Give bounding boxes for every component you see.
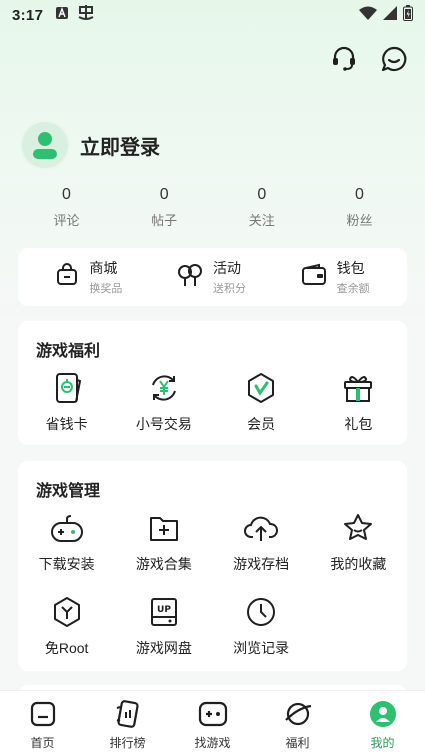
login-text[interactable]: 立即登录 [80, 131, 160, 160]
cloud-upload-icon [244, 511, 279, 545]
star-icon [341, 511, 375, 545]
quick-title: 商城 [89, 260, 118, 276]
quick-subtitle: 查余额 [336, 283, 370, 295]
up-disk-icon: UP [147, 595, 181, 629]
bag-icon [55, 262, 79, 292]
welfare-item-account-trade[interactable]: 小号交易 [115, 371, 212, 455]
quick-item-activity[interactable]: 活动 送积分 [177, 258, 246, 296]
nav-label: 找游戏 [194, 736, 231, 750]
grid-label: 省钱卡 [45, 416, 88, 432]
notification-app-icon [77, 5, 95, 25]
yen-exchange-icon [147, 371, 181, 405]
quick-item-wallet[interactable]: 钱包 查余额 [301, 258, 370, 296]
welfare-item-saving-card[interactable]: 省钱卡 [18, 371, 115, 455]
manage-item-save[interactable]: 游戏存档 [213, 511, 310, 595]
grid-label: 我的收藏 [330, 556, 387, 572]
nav-find-game[interactable]: 找游戏 [170, 699, 255, 751]
home-icon [28, 699, 58, 729]
manage-item-download[interactable]: 下载安装 [18, 511, 115, 595]
card-icon [50, 371, 84, 405]
welfare-item-gift[interactable]: 礼包 [310, 371, 407, 455]
grid-label: 小号交易 [135, 416, 192, 432]
quick-links-card: 商城 换奖品 活动 送积分 钱包 查余额 [18, 248, 407, 306]
grid-label: 会员 [247, 416, 276, 432]
grid-label: 游戏网盘 [135, 640, 192, 656]
customer-service-icon[interactable] [329, 44, 359, 74]
vip-icon [244, 371, 278, 405]
message-icon[interactable] [379, 44, 409, 74]
stats-row: 0 评论 0 帖子 0 关注 0 粉丝 [18, 186, 408, 229]
section-title: 游戏管理 [36, 483, 101, 500]
nav-label: 我的 [370, 736, 395, 750]
game-management-card: 游戏管理 下载安装 游戏合集 游戏存档 我的收藏 免Root UP 游戏网盘 浏… [18, 461, 407, 671]
stat-value: 0 [355, 186, 364, 203]
quick-subtitle: 送积分 [212, 283, 246, 295]
grid-label: 免Root [44, 640, 89, 656]
stat-comments[interactable]: 0 评论 [18, 186, 115, 229]
mine-icon [368, 699, 398, 729]
folder-plus-icon [147, 511, 181, 545]
grid-label: 浏览记录 [233, 640, 290, 656]
stat-label: 粉丝 [346, 213, 373, 228]
stat-value: 0 [159, 186, 169, 203]
nav-label: 首页 [30, 736, 55, 750]
hexagon-y-icon [50, 595, 84, 629]
welfare-item-vip[interactable]: 会员 [213, 371, 310, 455]
game-welfare-card: 游戏福利 省钱卡 小号交易 会员 礼包 [18, 321, 407, 445]
nav-welfare[interactable]: 福利 [255, 699, 340, 751]
manage-item-cloud-disk[interactable]: UP 游戏网盘 [115, 595, 212, 679]
stat-label: 帖子 [151, 213, 178, 228]
signal-icon [383, 6, 397, 24]
stat-value: 0 [257, 186, 267, 203]
quick-title: 钱包 [336, 260, 365, 276]
profile-login[interactable]: 立即登录 [20, 120, 160, 170]
section-title: 游戏福利 [36, 343, 101, 360]
gamepad-icon [50, 511, 84, 545]
quick-item-shop[interactable]: 商城 换奖品 [55, 258, 122, 296]
nav-home[interactable]: 首页 [0, 699, 85, 751]
battery-icon [403, 5, 413, 25]
nav-rank[interactable]: 排行榜 [85, 699, 170, 751]
grid-label: 礼包 [344, 416, 373, 432]
status-time: 3:17 [12, 6, 44, 24]
quick-title: 活动 [212, 260, 241, 276]
manage-item-history[interactable]: 浏览记录 [213, 595, 310, 679]
balloon-icon [177, 263, 203, 292]
notification-a-icon [55, 6, 69, 24]
manage-item-favorites[interactable]: 我的收藏 [310, 511, 407, 595]
stat-followers[interactable]: 0 粉丝 [311, 186, 408, 229]
nav-mine[interactable]: 我的 [340, 699, 425, 751]
quick-subtitle: 换奖品 [89, 283, 123, 295]
stat-label: 评论 [53, 213, 80, 228]
wifi-icon [359, 6, 377, 24]
gift-icon [341, 371, 375, 405]
find-game-icon [198, 699, 228, 729]
svg-text:UP: UP [157, 605, 171, 615]
grid-label: 游戏存档 [233, 556, 290, 572]
clock-icon [244, 595, 278, 629]
status-bar: 3:17 [0, 0, 425, 30]
manage-item-no-root[interactable]: 免Root [18, 595, 115, 679]
stat-value: 0 [62, 186, 71, 203]
rank-icon [113, 699, 143, 729]
grid-label: 游戏合集 [135, 556, 192, 572]
nav-label: 福利 [285, 736, 310, 750]
grid-label: 下载安装 [38, 556, 95, 572]
stat-following[interactable]: 0 关注 [213, 186, 310, 229]
stat-label: 关注 [248, 213, 275, 228]
nav-label: 排行榜 [109, 736, 146, 750]
bottom-nav: 首页 排行榜 找游戏 福利 我的 [0, 690, 425, 755]
stat-posts[interactable]: 0 帖子 [116, 186, 213, 229]
planet-icon [283, 699, 313, 729]
manage-item-collection[interactable]: 游戏合集 [115, 511, 212, 595]
avatar[interactable] [20, 120, 70, 170]
wallet-icon [301, 263, 327, 292]
